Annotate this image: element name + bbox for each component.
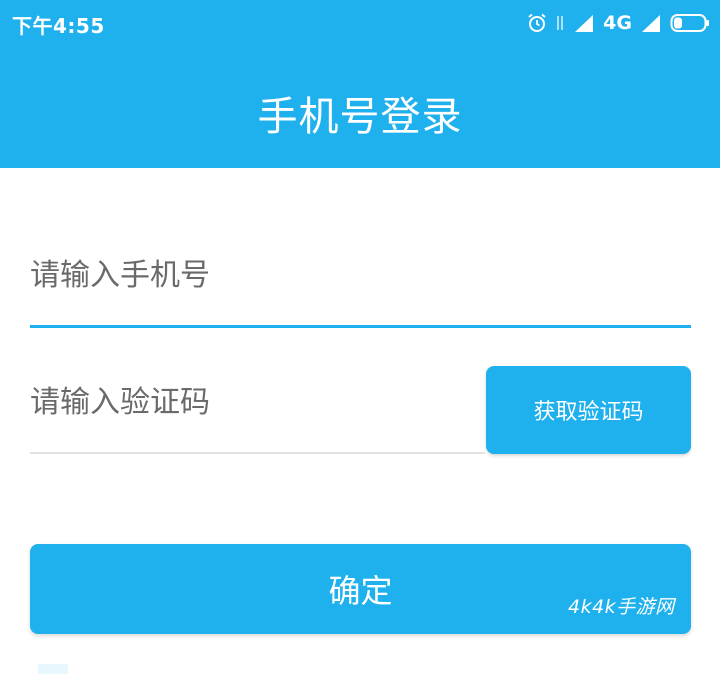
confirm-button[interactable]: 确定 (30, 544, 691, 634)
bottom-fragment (38, 664, 68, 674)
watermark: 4k4k手游网 (568, 596, 675, 618)
page-title: 手机号登录 (257, 94, 463, 140)
battery-icon (670, 14, 709, 32)
alarm-icon (528, 13, 546, 32)
phone-number-input[interactable] (30, 245, 670, 305)
get-code-button[interactable]: 获取验证码 (486, 366, 691, 454)
data-arrows-icon (557, 16, 563, 30)
status-time: 下午4:55 (12, 14, 105, 38)
signal-icon (642, 15, 660, 32)
app-header: 手机号登录 (0, 48, 720, 168)
verification-code-input[interactable] (30, 372, 470, 432)
signal-icon (575, 15, 594, 32)
phone-input-underline (30, 325, 691, 328)
code-input-underline (30, 452, 485, 454)
status-icons: 4G (527, 9, 710, 37)
status-bar: 下午4:55 4G (0, 0, 720, 48)
network-label: 4G (603, 12, 632, 34)
